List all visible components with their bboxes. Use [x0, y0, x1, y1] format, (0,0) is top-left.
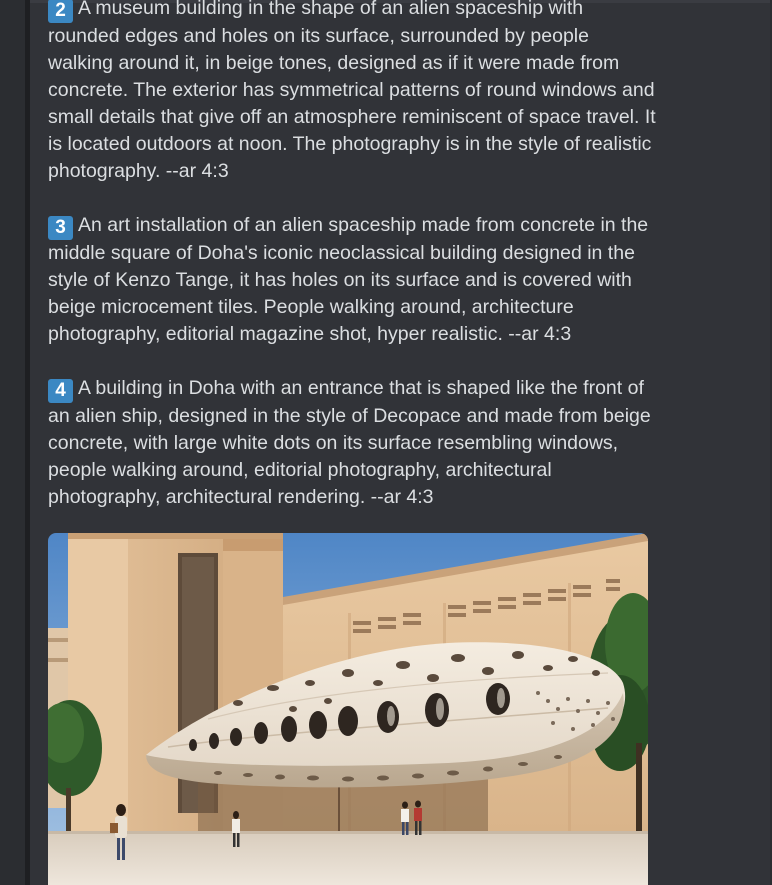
rail-divider: [25, 0, 30, 885]
left-rail: [0, 0, 25, 885]
keycap-number-2-emoji: 2: [48, 0, 73, 23]
prompt-text: A museum building in the shape of an ali…: [48, 0, 656, 182]
prompt-item-2: 2A museum building in the shape of an al…: [48, 0, 658, 185]
spaceship-building-photo: [48, 533, 648, 885]
keycap-number-3-emoji: 3: [48, 216, 73, 240]
prompt-text: A building in Doha with an entrance that…: [48, 377, 651, 508]
keycap-number-4-emoji: 4: [48, 379, 73, 403]
prompt-text: An art installation of an alien spaceshi…: [48, 214, 649, 345]
prompt-item-4: 4A building in Doha with an entrance tha…: [48, 375, 658, 511]
chat-message: 2A museum building in the shape of an al…: [48, 0, 658, 538]
prompt-item-3: 3 An art installation of an alien spacesh…: [48, 212, 658, 348]
image-attachment[interactable]: [48, 533, 648, 885]
